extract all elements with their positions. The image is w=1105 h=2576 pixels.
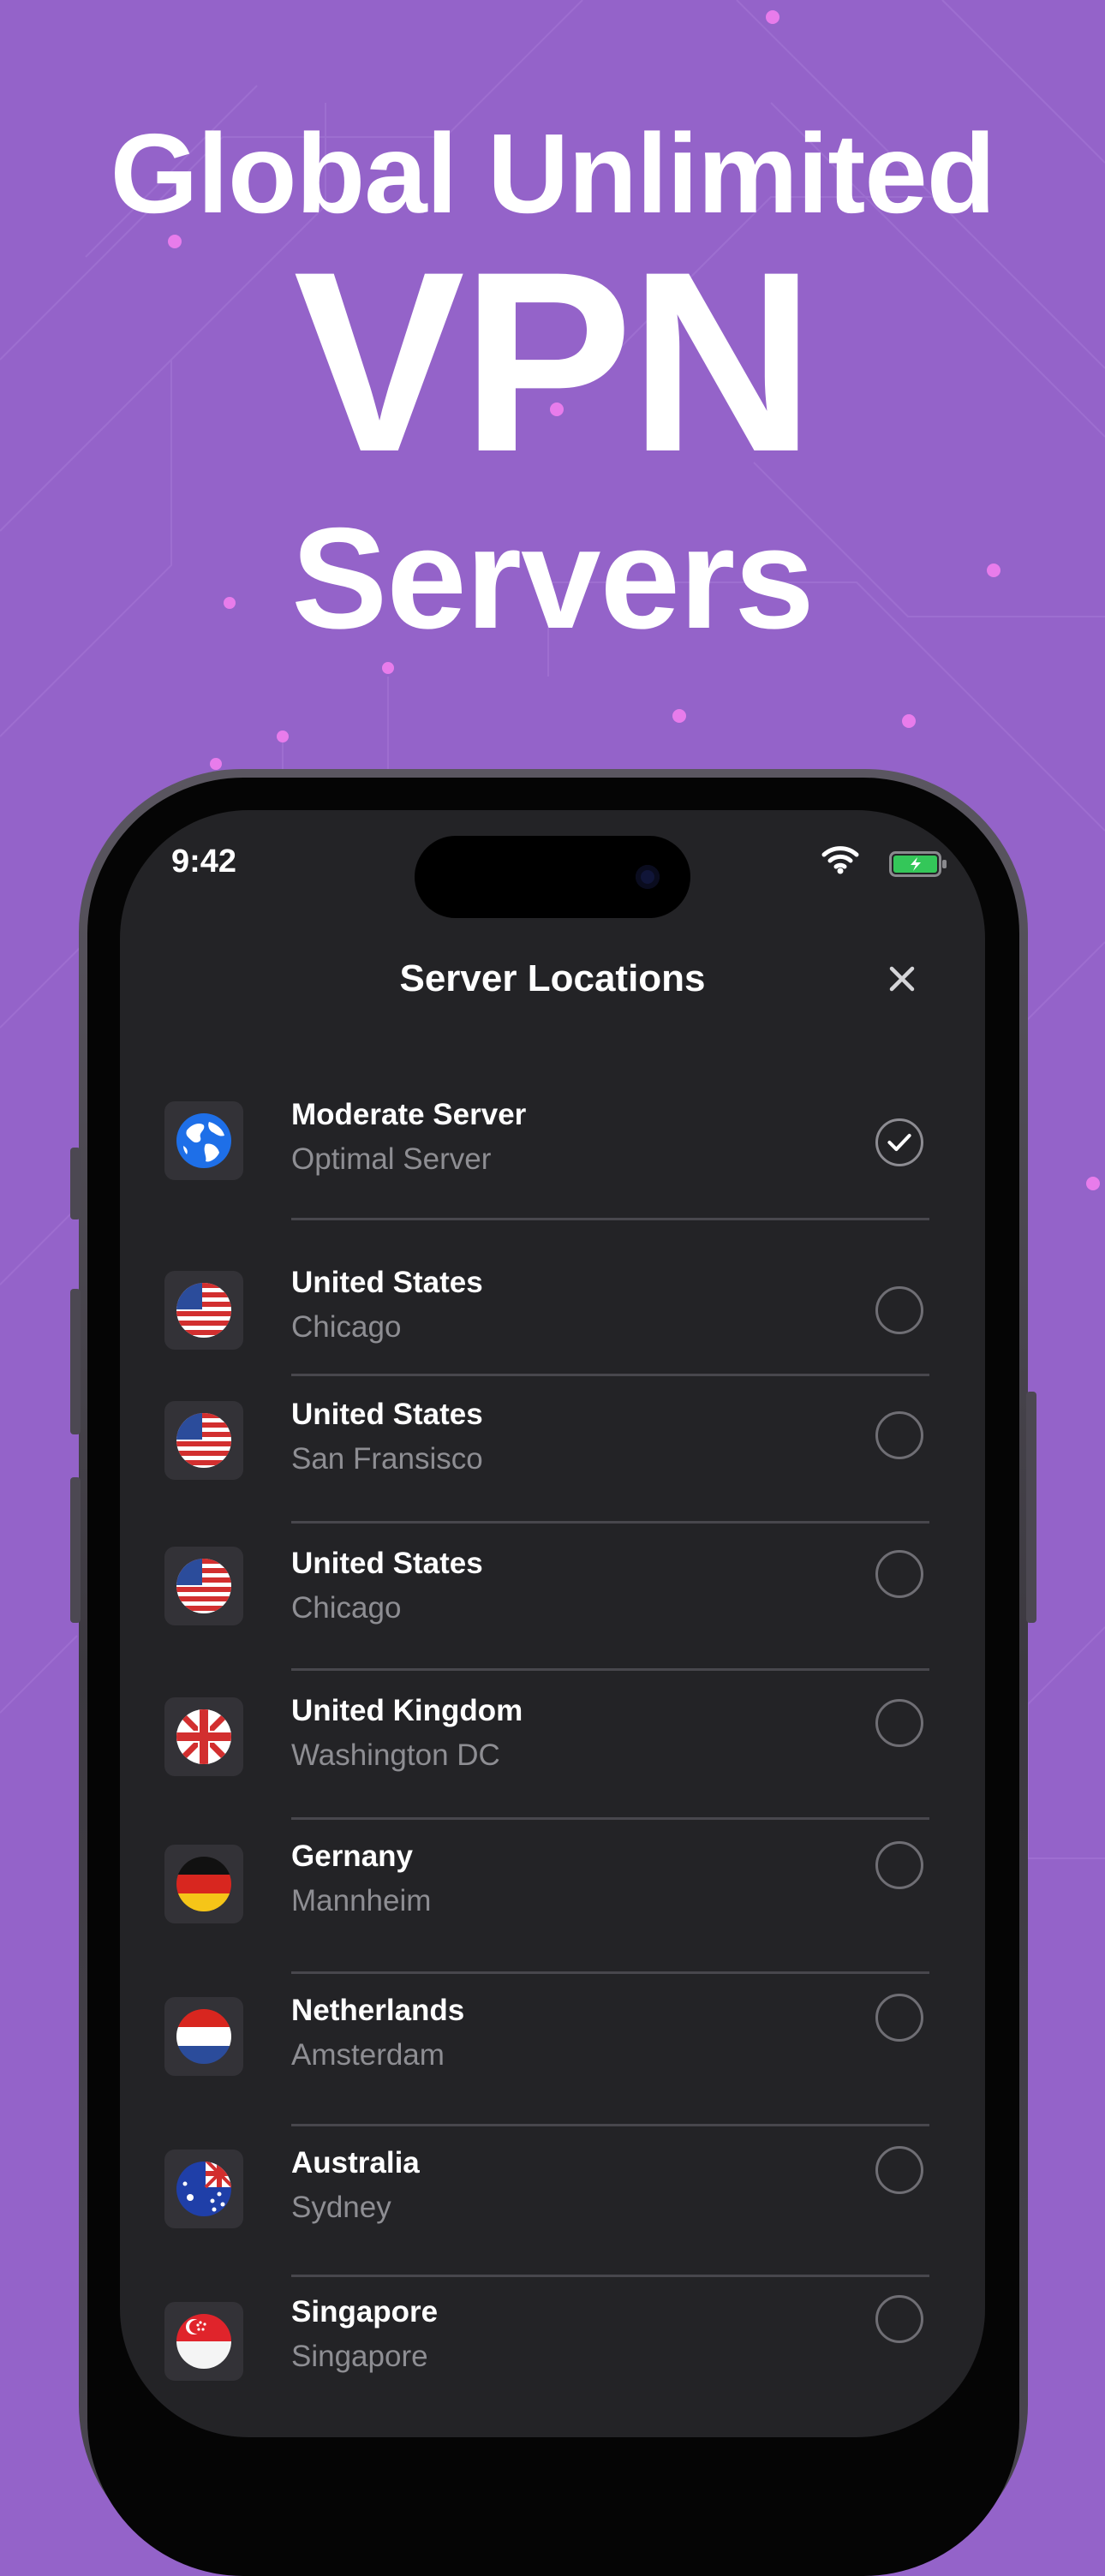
server-row-netherlands-amsterdam[interactable]: Netherlands Amsterdam	[120, 1994, 985, 2134]
row-divider	[291, 2275, 929, 2277]
server-radio[interactable]	[875, 2295, 923, 2343]
server-city: Chicago	[291, 1591, 402, 1625]
server-city: San Fransisco	[291, 1442, 483, 1476]
row-divider	[291, 1218, 929, 1220]
server-row-australia-sydney[interactable]: Australia Sydney	[120, 2146, 985, 2287]
flag-tile	[164, 2150, 243, 2228]
row-divider	[291, 1817, 929, 1820]
us-flag-icon	[176, 1283, 231, 1338]
server-radio[interactable]	[875, 1699, 923, 1747]
server-radio[interactable]	[875, 1994, 923, 2042]
close-icon[interactable]	[881, 957, 923, 1000]
us-flag-icon	[176, 1413, 231, 1468]
server-name: United Kingdom	[291, 1694, 523, 1727]
australia-flag-icon	[176, 2162, 231, 2216]
front-camera	[636, 865, 660, 889]
server-city: Washington DC	[291, 1738, 500, 1772]
server-name: Moderate Server	[291, 1098, 527, 1131]
phone-power-button	[1026, 1392, 1036, 1623]
server-radio[interactable]	[875, 1841, 923, 1889]
phone-volume-down-button	[70, 1477, 81, 1623]
page-title: Server Locations	[399, 957, 706, 999]
server-name: Netherlands	[291, 1994, 465, 2027]
server-city: Mannheim	[291, 1884, 432, 1917]
germany-flag-icon	[176, 1857, 231, 1911]
flag-tile	[164, 1845, 243, 1923]
phone-silent-switch	[70, 1148, 81, 1219]
flag-tile	[164, 1401, 243, 1480]
server-row-united-states-chicago[interactable]: United States Chicago	[120, 1266, 985, 1399]
server-row-moderate-server[interactable]: Moderate Server Optimal Server	[120, 1098, 985, 1247]
netherlands-flag-icon	[176, 2009, 231, 2064]
row-divider	[291, 1374, 929, 1376]
hero-title-line3: Servers	[291, 498, 815, 659]
server-name: Singapore	[291, 2295, 439, 2329]
battery-icon	[889, 851, 947, 877]
flag-tile	[164, 1271, 243, 1350]
server-row-germany-mannheim[interactable]: Gernany Mannheim	[120, 1840, 985, 1982]
row-divider	[291, 1668, 929, 1671]
server-radio[interactable]	[875, 1286, 923, 1334]
server-city: Singapore	[291, 2340, 428, 2373]
server-city: Sydney	[291, 2191, 391, 2224]
singapore-flag-icon	[176, 2314, 231, 2369]
server-row-united-states-chicago-2[interactable]: United States Chicago	[120, 1547, 985, 1684]
server-radio[interactable]	[875, 1550, 923, 1598]
server-name: United States	[291, 1547, 483, 1580]
status-bar-time: 9:42	[171, 844, 237, 880]
wifi-icon	[821, 846, 859, 874]
row-divider	[291, 1521, 929, 1524]
server-radio[interactable]	[875, 1411, 923, 1459]
server-name: United States	[291, 1266, 483, 1299]
flag-tile	[164, 1997, 243, 2076]
server-row-united-states-san-fransisco[interactable]: United States San Fransisco	[120, 1398, 985, 1538]
row-divider	[291, 2124, 929, 2126]
flag-tile	[164, 1697, 243, 1776]
phone-screen: 9:42 Server Locations Moderate Server Op…	[120, 810, 985, 2437]
server-row-united-kingdom-washington-dc[interactable]: United Kingdom Washington DC	[120, 1694, 985, 1834]
flag-tile	[164, 2302, 243, 2381]
server-city: Optimal Server	[291, 1142, 492, 1176]
flag-tile	[164, 1101, 243, 1180]
globe-icon	[176, 1113, 231, 1168]
row-divider	[291, 1971, 929, 1974]
dynamic-island	[415, 836, 690, 918]
server-name: Australia	[291, 2146, 420, 2179]
flag-tile	[164, 1547, 243, 1625]
server-name: United States	[291, 1398, 483, 1431]
server-name: Gernany	[291, 1840, 413, 1873]
us-flag-icon	[176, 1559, 231, 1613]
server-row-singapore-singapore[interactable]: Singapore Singapore	[120, 2295, 985, 2437]
hero-title-line2: VPN	[293, 218, 815, 505]
server-radio[interactable]	[875, 2146, 923, 2194]
server-city: Chicago	[291, 1310, 402, 1344]
selected-check-icon[interactable]	[875, 1118, 923, 1166]
server-city: Amsterdam	[291, 2038, 445, 2072]
uk-flag-icon	[176, 1709, 231, 1764]
phone-volume-up-button	[70, 1289, 81, 1434]
